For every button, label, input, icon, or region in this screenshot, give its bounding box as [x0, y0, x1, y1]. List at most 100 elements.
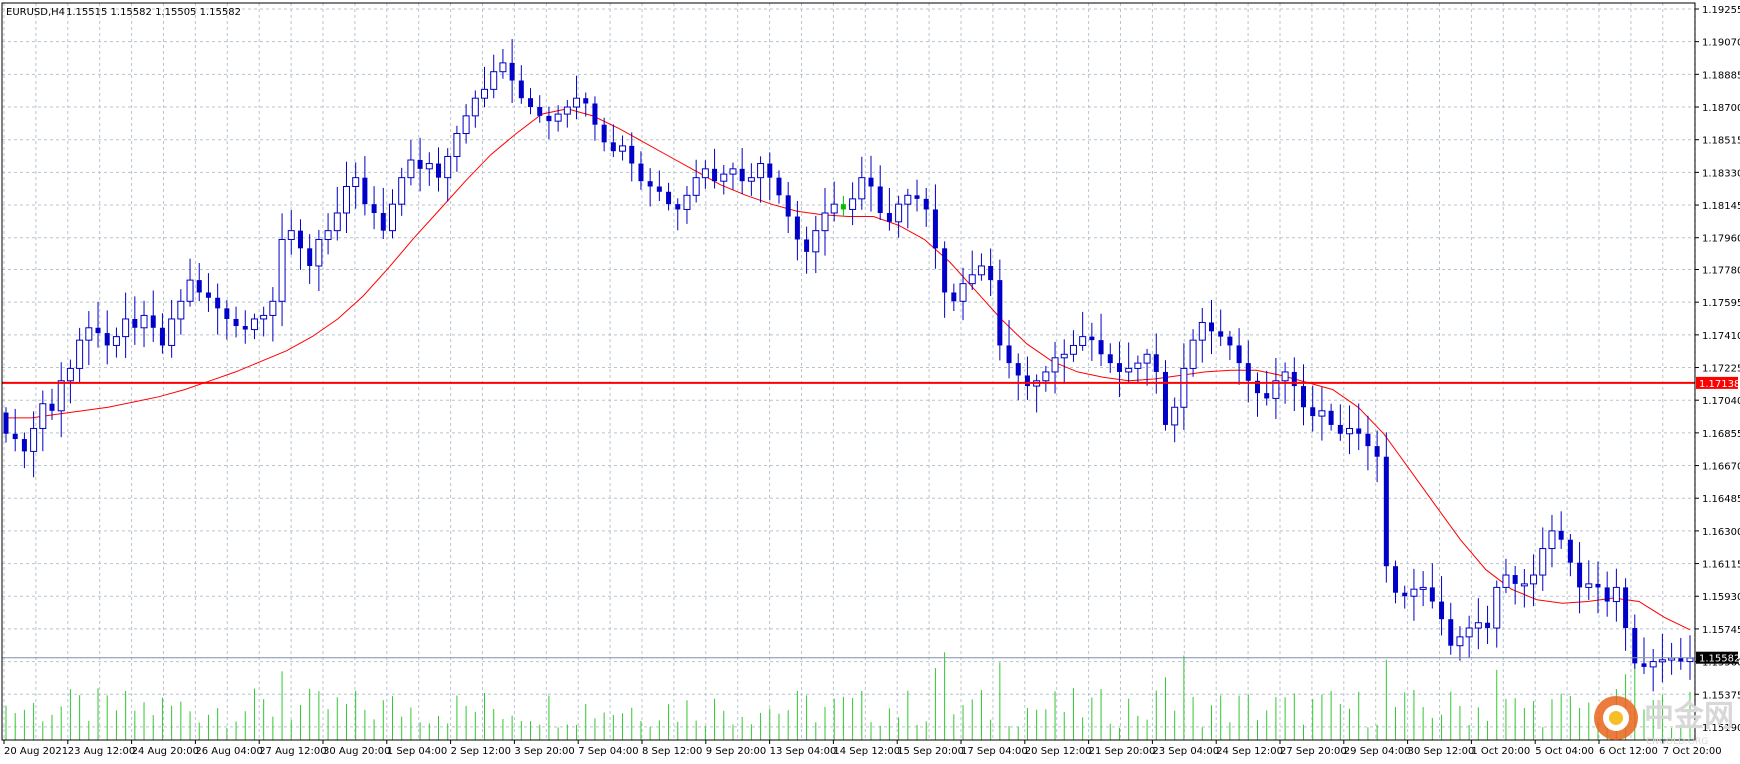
candle-body-up [968, 274, 976, 285]
candle-body-up [1069, 344, 1077, 355]
candle-body-down [1153, 354, 1159, 372]
candle-body-down [215, 297, 221, 309]
candle-body-down [12, 433, 18, 440]
candle-body-down [1429, 587, 1435, 602]
candle-body-up [757, 163, 765, 179]
candle-body-down [675, 204, 681, 210]
current-price-tag: 1.15582 [1696, 651, 1740, 665]
price-tick-label: 1.16115 [1702, 560, 1740, 571]
time-tick-label: 7 Sep 04:00 [578, 746, 638, 757]
price-tick-label: 1.17040 [1702, 396, 1740, 407]
candle-body-up [849, 198, 857, 210]
candle-body-down [21, 439, 27, 452]
price-tick-label: 1.16670 [1702, 462, 1740, 473]
candle-body-up [1051, 357, 1059, 373]
candle-body-down [610, 142, 616, 152]
candle-body-down [233, 318, 239, 327]
candle-body-down [1301, 386, 1307, 408]
candle-body-down [49, 403, 55, 411]
candle-body-down [1098, 340, 1104, 355]
candle-body-down [1024, 375, 1030, 387]
candle-body-down [1208, 322, 1214, 332]
time-tick-label: 14 Sep 12:00 [833, 746, 900, 757]
candle-body-up [1530, 574, 1538, 585]
candle-body-down [886, 212, 892, 222]
time-tick-label: 8 Sep 12:00 [642, 746, 702, 757]
time-tick-label: 29 Sep 04:00 [1344, 746, 1411, 757]
time-tick-label: 30 Sep 12:00 [1408, 746, 1475, 757]
candle-body-down [1015, 363, 1021, 376]
candle-body-down [1006, 345, 1012, 364]
candle-body-up [1171, 406, 1179, 426]
candle-body-up [1658, 659, 1666, 663]
candle-body-down [1264, 393, 1270, 399]
price-tick-label: 1.16855 [1702, 429, 1740, 440]
current-price-label: 1.15582 [1699, 654, 1740, 665]
time-tick-label: 2 Sep 12:00 [451, 746, 511, 757]
candle-body-down [546, 115, 552, 122]
candle-body-down [1641, 663, 1647, 667]
price-tick-label: 1.19070 [1702, 38, 1740, 49]
candle-body-down [1558, 530, 1564, 540]
price-tick-label: 1.18700 [1702, 103, 1740, 114]
candle-body-up [1502, 574, 1510, 588]
candle-body-up [490, 71, 498, 90]
candle-body-down [1337, 424, 1343, 434]
candle-body-down [1245, 363, 1251, 381]
candle-body-up [462, 115, 470, 135]
candle-body-up [260, 314, 268, 320]
candle-body-up [1134, 362, 1142, 369]
candle-body-down [224, 308, 230, 319]
candle-body-up [407, 159, 415, 179]
watermark-logo: 中金网 CNGOLD.ORG [1594, 696, 1734, 747]
time-tick-label: 20 Sep 12:00 [1025, 746, 1092, 757]
candle-body-up [563, 106, 571, 115]
price-tick-label: 1.18145 [1702, 201, 1740, 212]
candle-body-down [3, 412, 9, 434]
watermark-subtitle: CNGOLD.ORG [1646, 737, 1708, 747]
candle-body-up [895, 203, 903, 223]
candle-body-down [1116, 363, 1122, 372]
candle-body-up [729, 168, 737, 175]
candle-body-down [776, 177, 782, 196]
candle-body-up [1346, 427, 1354, 435]
candle-body-down [840, 204, 846, 210]
candle-body-down [1383, 456, 1389, 567]
candle-body-up [324, 230, 332, 240]
candle-body-up [168, 318, 176, 346]
candle-body-up [1520, 583, 1528, 587]
candle-body-down [1107, 354, 1113, 364]
candle-body-up [315, 238, 323, 267]
candle-body-down [656, 186, 662, 192]
candle-body-down [1439, 601, 1445, 620]
price-tick-label: 1.18885 [1702, 70, 1740, 81]
candle-body-down [132, 318, 138, 328]
candle-body-down [1365, 433, 1371, 447]
time-tick-label: 1 Oct 20:00 [1471, 746, 1530, 757]
candle-body-up [1198, 321, 1206, 341]
price-tick-label: 1.17225 [1702, 364, 1740, 375]
candle-body-down [242, 326, 248, 330]
price-tick-label: 1.17410 [1702, 331, 1740, 342]
candle-body-down [1595, 583, 1601, 588]
candle-body-down [95, 327, 101, 334]
candle-body-down [785, 195, 791, 217]
candle-body-up [619, 145, 627, 152]
candle-body-down [868, 177, 874, 187]
candle-body-up [1189, 339, 1197, 369]
candle-body-down [1448, 619, 1454, 646]
candle-body-down [196, 280, 202, 293]
candle-body-up [1465, 627, 1473, 638]
candle-body-up [471, 97, 479, 117]
candle-body-up [1474, 622, 1482, 629]
candle-body-down [712, 168, 718, 182]
candle-body-down [1236, 345, 1242, 364]
candle-body-up [140, 314, 148, 329]
candle-body-up [177, 300, 185, 320]
candle-body-up [1585, 583, 1593, 588]
candle-body-up [287, 230, 295, 240]
price-tick-label: 1.18515 [1702, 136, 1740, 147]
candle-body-up [1493, 586, 1501, 629]
candle-body-up [701, 168, 709, 179]
candle-body-down [371, 204, 377, 213]
